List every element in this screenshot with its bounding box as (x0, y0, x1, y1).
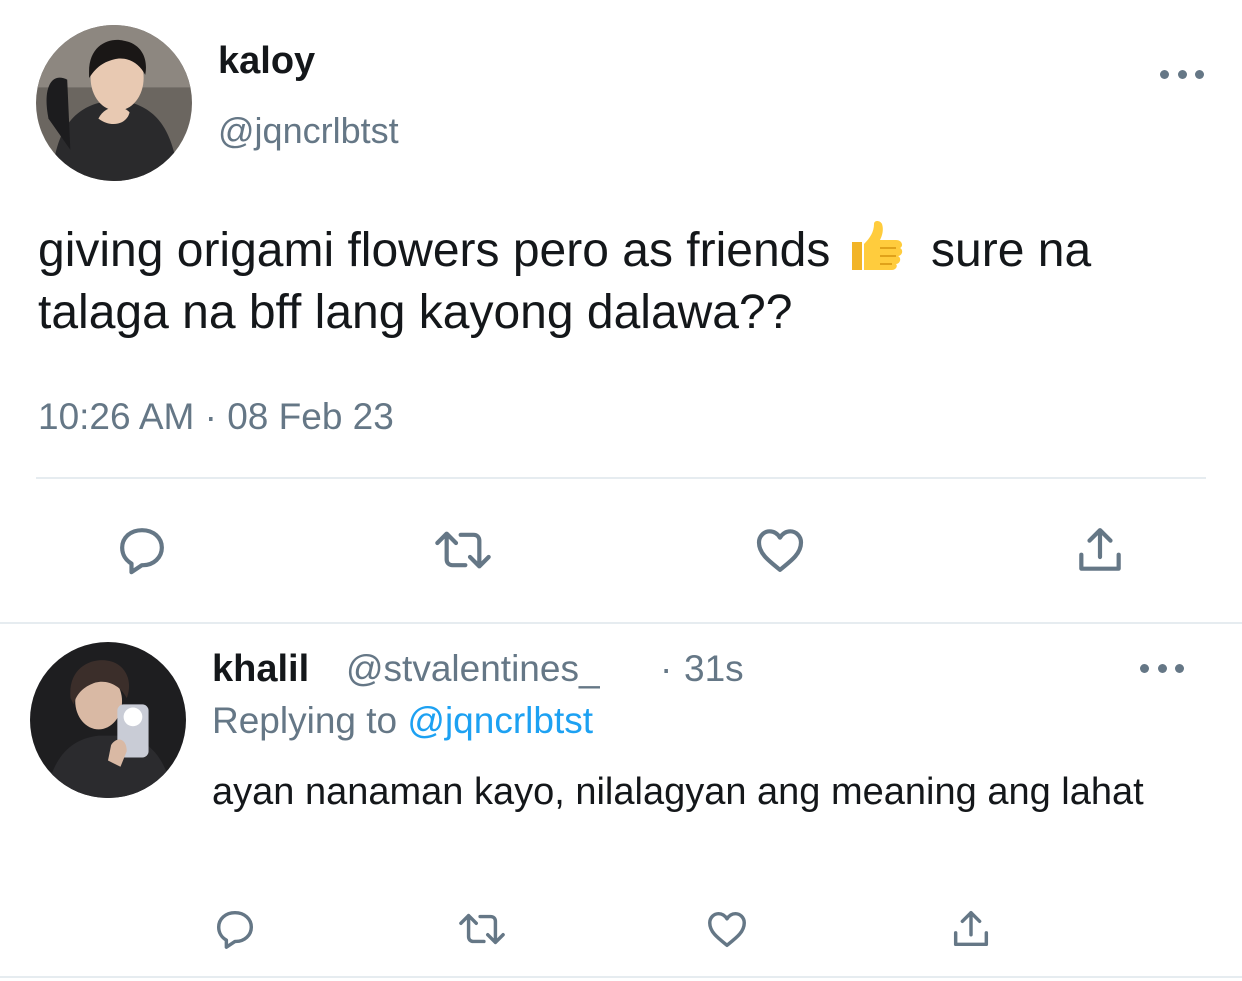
thumbs-up-icon (848, 220, 904, 272)
like-button[interactable] (750, 520, 810, 580)
tweet-timestamp[interactable]: 10:26 AM · 08 Feb 23 (38, 396, 394, 438)
tweet-text-part-1: giving origami flowers pero as friends (38, 224, 831, 277)
reply-separator: · (660, 648, 673, 689)
reply-retweet-button[interactable] (452, 904, 512, 954)
reply-author-name[interactable]: khalil (212, 648, 309, 691)
reply-button[interactable] (112, 520, 172, 580)
tweet-more-icon[interactable] (1160, 62, 1204, 86)
reply-text: ayan nanaman kayo, nilalagyan ang meanin… (212, 771, 1144, 813)
like-icon (756, 529, 804, 572)
like-icon (708, 911, 746, 948)
reply-share-button[interactable] (946, 904, 996, 954)
section-divider (0, 622, 1242, 624)
share-icon (1079, 528, 1121, 571)
reply-author-handle[interactable]: @stvalentines_ (346, 648, 600, 690)
tweet-divider (36, 477, 1206, 479)
author-handle[interactable]: @jqncrlbtst (218, 110, 399, 152)
retweet-icon (459, 913, 505, 945)
reply-icon (216, 910, 254, 949)
replying-to-handle[interactable]: @jqncrlbtst (407, 700, 593, 741)
retweet-button[interactable] (428, 520, 498, 580)
bottom-divider (0, 976, 1242, 978)
reply-more-icon[interactable] (1140, 656, 1184, 680)
share-button[interactable] (1070, 520, 1130, 580)
share-icon (953, 910, 989, 947)
reply-like-button[interactable] (702, 904, 752, 954)
retweet-icon (435, 531, 491, 569)
reply-time[interactable]: 31s (684, 648, 744, 690)
author-name[interactable]: kaloy (218, 40, 315, 83)
reply-author-avatar[interactable] (30, 642, 186, 798)
replying-to-label: Replying to (212, 700, 398, 741)
author-avatar[interactable] (36, 25, 192, 181)
reply-icon (120, 528, 164, 575)
reply-reply-button[interactable] (210, 904, 260, 954)
tweet-text: giving origami flowers pero as friends s… (38, 220, 1208, 344)
replying-to: Replying to @jqncrlbtst (212, 700, 593, 742)
